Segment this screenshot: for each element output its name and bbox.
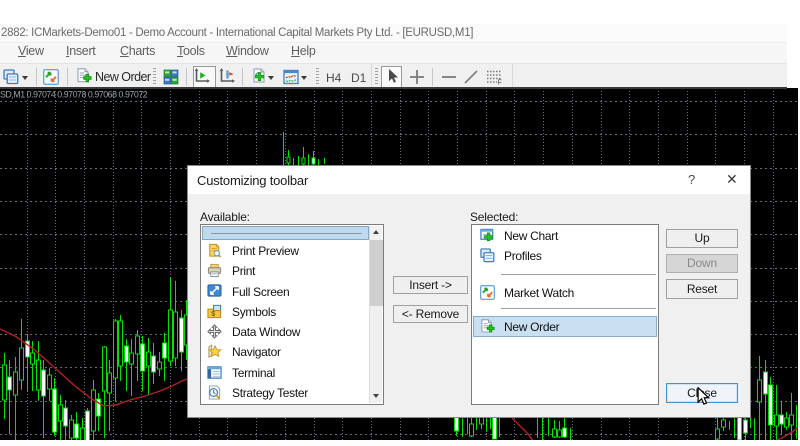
- svg-text:SD,M1 0.97074 0.97078 0.97068: SD,M1 0.97074 0.97078 0.97068 0.97072: [0, 90, 148, 100]
- svg-text:F: F: [498, 80, 502, 86]
- svg-text:$: $: [211, 311, 215, 318]
